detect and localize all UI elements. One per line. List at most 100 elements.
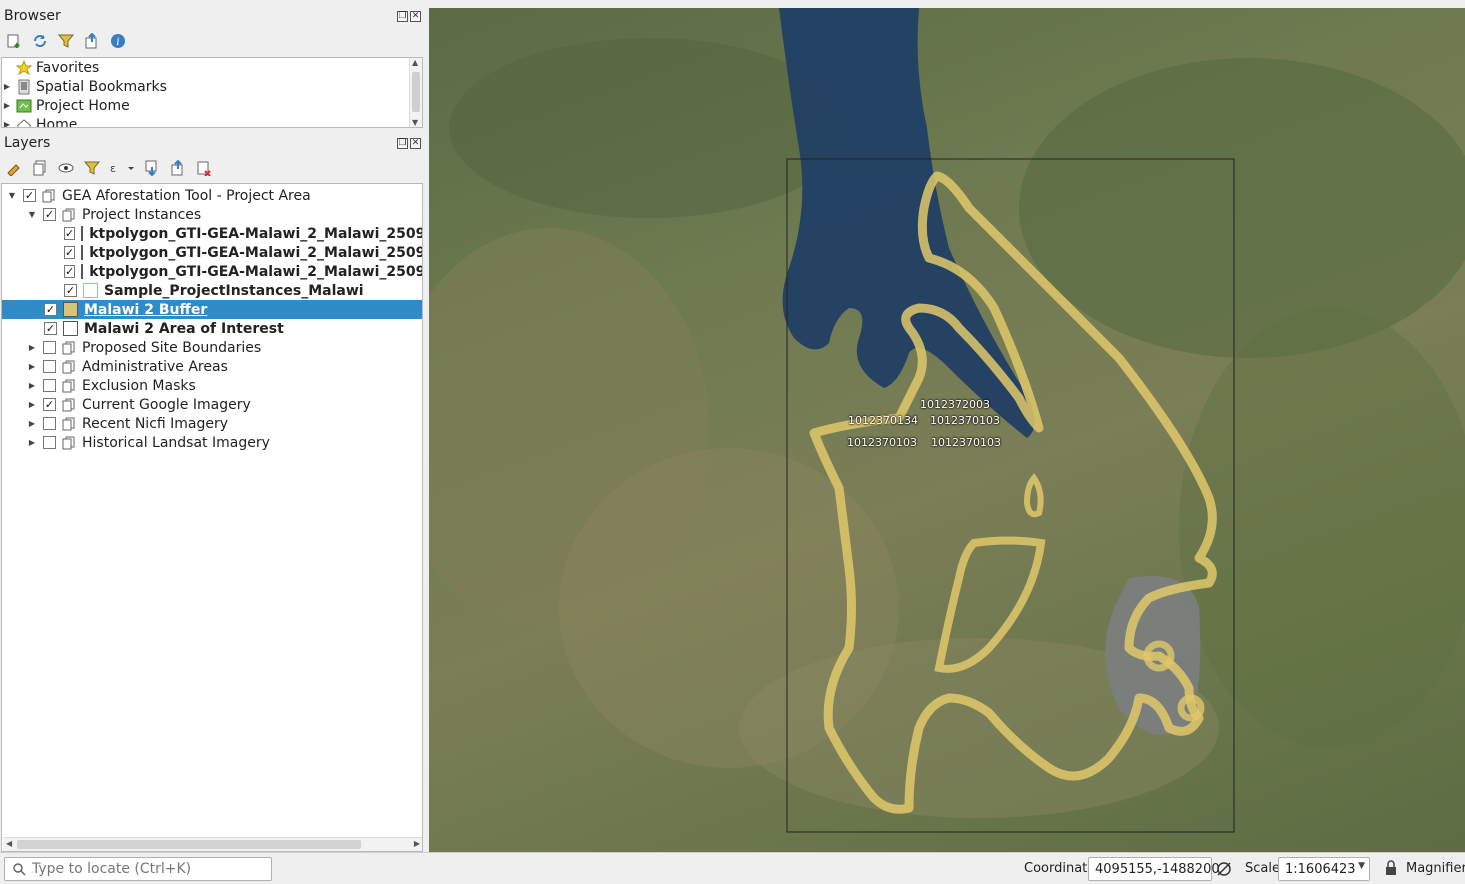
layer-checkbox[interactable]: ✓ <box>23 189 36 202</box>
coordinate-field[interactable]: 4095155,-1488200 <box>1088 857 1220 881</box>
toggle-extents-icon[interactable] <box>1216 861 1232 881</box>
expand-arrow-icon[interactable]: ▶ <box>27 362 37 371</box>
layer-item[interactable]: ✓ ktpolygon_GTI-GEA-Malawi_2_Malawi_2509… <box>2 224 422 243</box>
remove-layer-icon[interactable] <box>194 158 214 178</box>
collapse-arrow-icon[interactable]: ▼ <box>27 210 37 219</box>
layer-label: Malawi 2 Buffer <box>84 301 208 318</box>
expand-arrow-icon[interactable]: ▶ <box>27 419 37 428</box>
layer-checkbox[interactable] <box>43 341 56 354</box>
expand-all-icon[interactable] <box>142 158 162 178</box>
layer-group-historical-landsat-imagery[interactable]: ▶ Historical Landsat Imagery <box>2 433 422 452</box>
layer-item-malawi-2-aoi[interactable]: ✓ Malawi 2 Area of Interest <box>2 319 422 338</box>
scale-label: Scale <box>1245 861 1280 876</box>
svg-text:ε: ε <box>110 162 116 175</box>
layer-item[interactable]: ✓ ktpolygon_GTI-GEA-Malawi_2_Malawi_2509… <box>2 243 422 262</box>
scroll-right-icon[interactable]: ▶ <box>414 839 420 848</box>
map-feature-label: 1012370103 <box>847 436 917 449</box>
magnifier-label: Magnifier <box>1406 861 1465 876</box>
layers-horizontal-scrollbar[interactable]: ◀ ▶ <box>3 837 422 851</box>
filter-legend-icon[interactable] <box>82 158 102 178</box>
layer-group-proposed-site-boundaries[interactable]: ▶ Proposed Site Boundaries <box>2 338 422 357</box>
layer-checkbox[interactable] <box>43 360 56 373</box>
add-layer-icon[interactable] <box>4 31 24 51</box>
locator-placeholder: Type to locate (Ctrl+K) <box>32 861 192 877</box>
layer-group-recent-nicfi-imagery[interactable]: ▶ Recent Nicfi Imagery <box>2 414 422 433</box>
layer-group-administrative-areas[interactable]: ▶ Administrative Areas <box>2 357 422 376</box>
style-paint-icon[interactable] <box>4 158 24 178</box>
expand-arrow-icon[interactable]: ▶ <box>27 381 37 390</box>
expand-arrow-icon[interactable]: ▶ <box>27 400 37 409</box>
browser-tree[interactable]: Favorites ▶ Spatial Bookmarks ▶ Project … <box>1 57 423 128</box>
refresh-icon[interactable] <box>30 31 50 51</box>
expand-arrow-icon[interactable]: ▶ <box>2 82 12 91</box>
scale-combobox[interactable]: 1:1606423 ▼ <box>1278 857 1370 881</box>
scale-value: 1:1606423 <box>1285 861 1356 877</box>
left-dock: Browser ❐ ✕ i Favorites ▶ Spatial Bookma… <box>0 0 425 852</box>
expand-arrow-icon[interactable]: ▶ <box>27 438 37 447</box>
layer-label: Current Google Imagery <box>82 396 251 413</box>
info-icon[interactable]: i <box>108 31 128 51</box>
layer-group-icon <box>62 379 76 393</box>
bookmark-icon <box>16 79 32 95</box>
layer-checkbox[interactable] <box>43 379 56 392</box>
layer-checkbox[interactable]: ✓ <box>43 208 56 221</box>
layer-checkbox[interactable]: ✓ <box>44 322 57 335</box>
layer-checkbox[interactable]: ✓ <box>64 246 76 259</box>
locator-search-input[interactable]: Type to locate (Ctrl+K) <box>4 857 272 881</box>
add-group-icon[interactable] <box>30 158 50 178</box>
chevron-down-icon[interactable]: ▼ <box>1358 861 1365 871</box>
scroll-up-icon[interactable]: ▲ <box>412 58 418 67</box>
float-panel-button[interactable]: ❐ <box>397 138 408 149</box>
collapse-all-icon[interactable] <box>82 31 102 51</box>
layer-group-exclusion-masks[interactable]: ▶ Exclusion Masks <box>2 376 422 395</box>
scroll-down-icon[interactable]: ▼ <box>412 118 418 127</box>
layer-checkbox[interactable]: ✓ <box>64 227 76 240</box>
layer-label: ktpolygon_GTI-GEA-Malawi_2_Malawi_25092 <box>89 244 423 261</box>
layer-checkbox[interactable] <box>43 417 56 430</box>
scroll-thumb[interactable] <box>17 840 361 849</box>
scroll-thumb[interactable] <box>412 72 420 112</box>
browser-scrollbar[interactable]: ▲ ▼ <box>409 58 422 127</box>
collapse-all-icon[interactable] <box>168 158 188 178</box>
home-folder-icon <box>16 117 32 127</box>
layer-group-project-area[interactable]: ▼ ✓ GEA Aforestation Tool - Project Area <box>2 186 422 205</box>
map-feature-label: 1012370134 <box>848 414 918 427</box>
filter-expression-icon[interactable]: ε <box>108 158 136 178</box>
scroll-left-icon[interactable]: ◀ <box>6 839 12 848</box>
layer-item[interactable]: ✓ Sample_ProjectInstances_Malawi <box>2 281 422 300</box>
filter-icon[interactable] <box>56 31 76 51</box>
close-panel-button[interactable]: ✕ <box>410 11 421 22</box>
layer-checkbox[interactable]: ✓ <box>64 284 77 297</box>
layer-checkbox[interactable]: ✓ <box>43 398 56 411</box>
expand-arrow-icon[interactable]: ▶ <box>27 343 37 352</box>
layer-item[interactable]: ✓ ktpolygon_GTI-GEA-Malawi_2_Malawi_2509… <box>2 262 422 281</box>
expand-arrow-icon[interactable]: ▶ <box>2 101 12 110</box>
map-feature-label: 1012370103 <box>930 414 1000 427</box>
layer-label: GEA Aforestation Tool - Project Area <box>62 187 311 204</box>
float-panel-button[interactable]: ❐ <box>397 11 408 22</box>
map-feature-label: 1012372003 <box>920 398 990 411</box>
browser-item-favorites[interactable]: Favorites <box>2 58 99 77</box>
star-icon <box>16 59 32 76</box>
collapse-arrow-icon[interactable]: ▼ <box>7 191 17 200</box>
layer-group-current-google-imagery[interactable]: ▶ ✓ Current Google Imagery <box>2 395 422 414</box>
browser-item-project-home[interactable]: ▶ Project Home <box>2 96 130 115</box>
project-home-icon <box>16 98 32 114</box>
close-panel-button[interactable]: ✕ <box>410 138 421 149</box>
layer-checkbox[interactable] <box>43 436 56 449</box>
map-canvas[interactable]: 1012372003 1012370134 1012370103 1012370… <box>429 8 1465 852</box>
layer-label: Exclusion Masks <box>82 377 196 394</box>
lock-scale-icon[interactable] <box>1384 860 1398 880</box>
map-feature-label: 1012370103 <box>931 436 1001 449</box>
browser-item-label: Home <box>36 116 78 128</box>
layer-group-project-instances[interactable]: ▼ ✓ Project Instances <box>2 205 422 224</box>
browser-item-home[interactable]: ▶ Home <box>2 115 78 128</box>
layers-tree[interactable]: ▼ ✓ GEA Aforestation Tool - Project Area… <box>1 183 423 852</box>
expand-arrow-icon[interactable]: ▶ <box>2 120 12 127</box>
layer-checkbox[interactable]: ✓ <box>64 265 76 278</box>
visibility-eye-icon[interactable] <box>56 158 76 178</box>
layer-label: Proposed Site Boundaries <box>82 339 262 356</box>
layer-checkbox[interactable]: ✓ <box>44 303 57 316</box>
browser-item-spatial-bookmarks[interactable]: ▶ Spatial Bookmarks <box>2 77 167 96</box>
layer-item-malawi-2-buffer[interactable]: ✓ Malawi 2 Buffer <box>2 300 422 319</box>
